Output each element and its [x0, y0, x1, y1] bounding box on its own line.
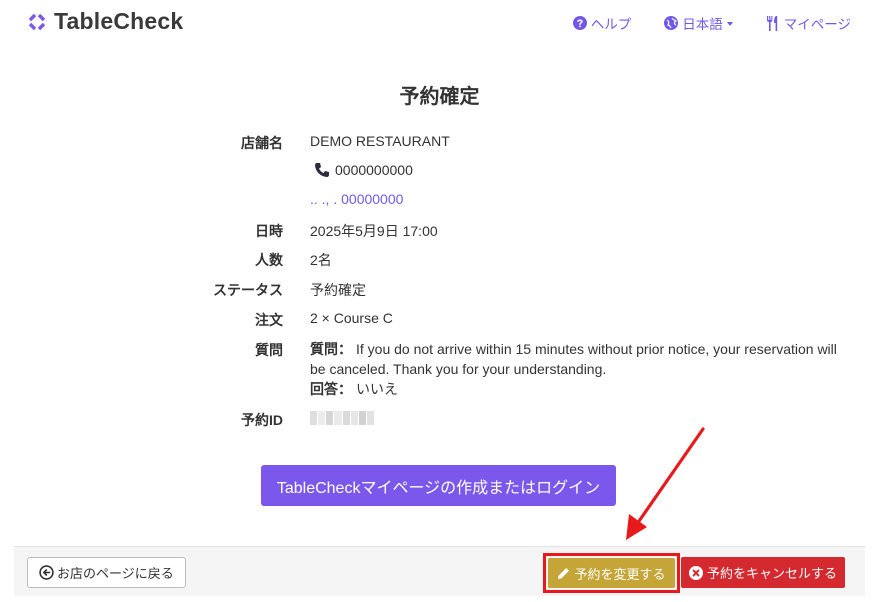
times-circle-icon — [688, 565, 703, 580]
help-link[interactable]: ヘルプ — [572, 13, 632, 33]
date-label: 日時 — [255, 223, 283, 239]
cancel-reservation-button[interactable]: 予約をキャンセルする — [681, 557, 845, 588]
mypage-label: マイページ — [783, 17, 851, 32]
mypage-link[interactable]: マイページ — [766, 13, 851, 33]
cancel-label: 予約をキャンセルする — [706, 566, 837, 581]
tablecheck-logo-icon — [28, 13, 46, 30]
question-answer-block: 質問： If you do not arrive within 15 minute… — [310, 339, 840, 399]
change-reservation-button[interactable]: 予約を変更する — [548, 558, 675, 588]
question-line: 質問： If you do not arrive within 15 minute… — [310, 339, 840, 379]
phone-icon — [315, 163, 329, 177]
globe-icon — [664, 16, 679, 30]
back-label: お店のページに戻る — [57, 566, 174, 581]
status-value: 予約確定 — [310, 282, 366, 298]
caret-down-icon — [726, 22, 733, 26]
store-phone[interactable]: 0000000000 — [314, 162, 413, 178]
date-value: 2025年5月9日 17:00 — [310, 223, 438, 239]
footer-action-bar: お店のページに戻る 予約を変更する 予約をキャンセルする — [14, 546, 865, 596]
top-nav: ヘルプ 日本語 マイページ — [572, 13, 851, 33]
page-title: 予約確定 — [399, 86, 480, 108]
address-link[interactable]: .. ., . 00000000 — [310, 191, 403, 207]
order-label: 注文 — [255, 312, 283, 328]
order-value: 2 × Course C — [310, 310, 393, 326]
people-value: 2名 — [310, 252, 332, 268]
reservation-id-redacted — [310, 411, 374, 425]
answer-prefix: 回答： — [310, 381, 352, 397]
mypage-create-or-login-button[interactable]: TableCheckマイページの作成またはログイン — [261, 465, 616, 506]
tablecheck-logo[interactable]: TableCheck — [26, 8, 183, 35]
arrow-circle-left-icon — [39, 565, 54, 580]
language-label: 日本語 — [682, 17, 723, 32]
language-dropdown[interactable]: 日本語 — [664, 13, 733, 33]
question-prefix: 質問： — [310, 341, 352, 357]
reservation-id-label: 予約ID — [241, 412, 283, 428]
question-circle-icon — [572, 16, 587, 30]
phone-number: 0000000000 — [335, 162, 413, 178]
people-label: 人数 — [255, 252, 283, 268]
change-button-highlight: 予約を変更する — [543, 553, 680, 593]
logo-text: TableCheck — [54, 8, 184, 34]
answer-text: いいえ — [356, 381, 398, 397]
store-label: 店舗名 — [241, 135, 283, 151]
answer-line: 回答： いいえ — [310, 379, 840, 399]
utensils-icon — [766, 15, 777, 31]
back-to-store-button[interactable]: お店のページに戻る — [27, 557, 186, 588]
header: TableCheck ヘルプ 日本語 マイページ — [0, 0, 879, 44]
status-label: ステータス — [213, 282, 283, 298]
question-label: 質問 — [255, 342, 283, 358]
pencil-icon — [558, 567, 570, 579]
change-label: 予約を変更する — [574, 566, 666, 582]
store-name: DEMO RESTAURANT — [310, 133, 450, 149]
help-label: ヘルプ — [590, 17, 632, 32]
question-text: If you do not arrive within 15 minutes w… — [310, 341, 837, 377]
